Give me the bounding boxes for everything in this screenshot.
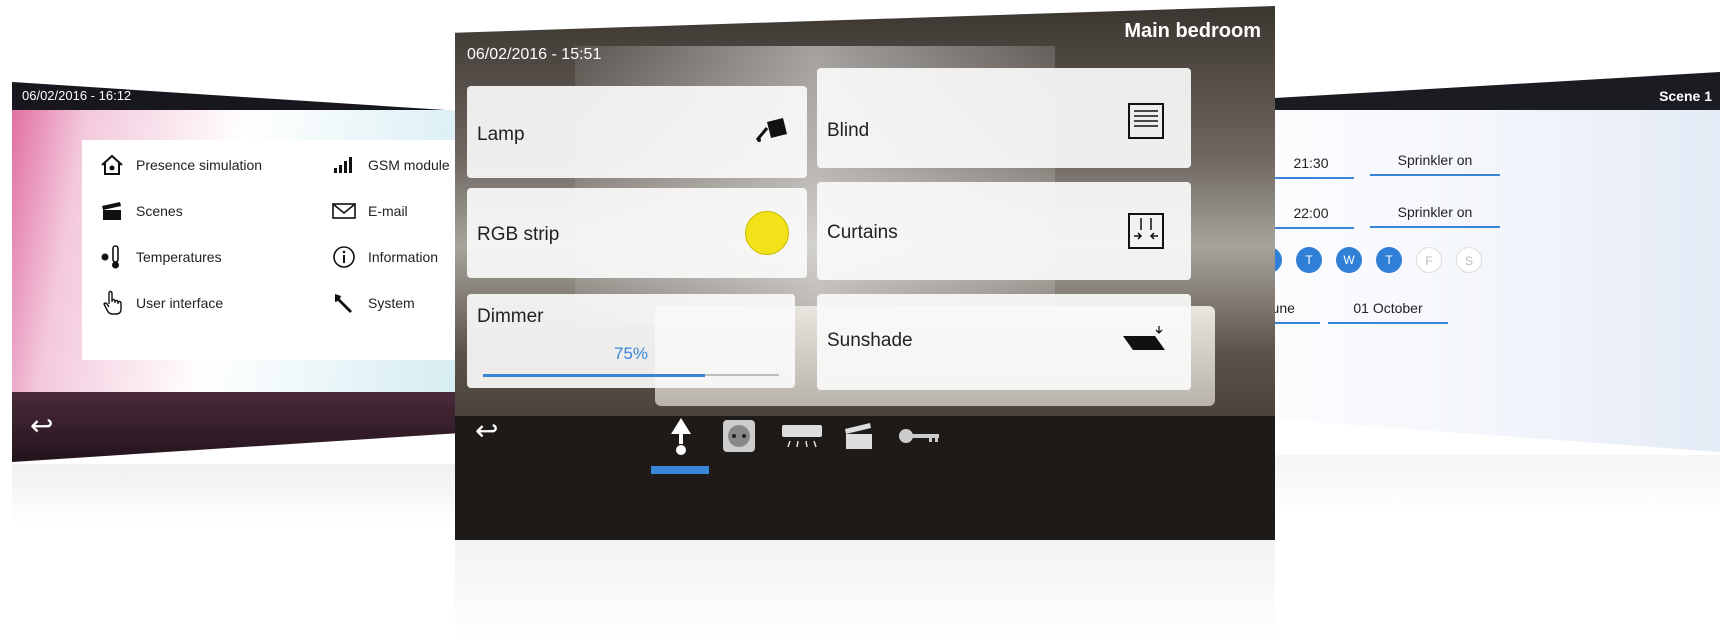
left-panel-reflection	[12, 464, 482, 524]
wrench-icon	[332, 291, 356, 315]
datetime: 06/02/2016 - 15:51	[467, 46, 602, 63]
menu-label: Information	[368, 249, 439, 265]
menu-label: User interface	[136, 295, 224, 311]
period-to-field[interactable]: 01 October	[1328, 300, 1448, 324]
clapperboard-icon	[100, 199, 124, 223]
envelope-icon	[332, 199, 356, 223]
action-field[interactable]: Sprinkler on	[1370, 152, 1500, 176]
day-toggle-sat[interactable]: S	[1456, 247, 1482, 273]
active-tab-indicator	[651, 466, 709, 474]
hand-pointer-icon	[100, 290, 124, 315]
status-bar: 06/02/2016 - 16:12	[12, 82, 482, 110]
dimmer-value: 75%	[613, 344, 649, 363]
signal-bars-icon	[332, 153, 356, 177]
tile-label: Sunshade	[827, 330, 913, 351]
scene-title: Scene 1	[1659, 88, 1712, 104]
tile-dimmer[interactable]: Dimmer 75%	[467, 294, 795, 388]
settings-menu-panel: 06/02/2016 - 16:12 Presence simulation G…	[12, 82, 482, 462]
air-conditioner-tab-icon[interactable]	[777, 416, 827, 456]
menu-item-presence-simulation[interactable]: Presence simulation	[100, 152, 332, 178]
action-field[interactable]: Sprinkler on	[1370, 204, 1500, 228]
menu-label: Presence simulation	[136, 157, 263, 173]
scene-editor-panel: Scene 1 on ✓ 21:30 Sprinkler on on ✓ 22:…	[1200, 72, 1720, 452]
dimmer-slider[interactable]	[483, 373, 779, 377]
room-control-panel: 06/02/2016 - 15:51 Main bedroom Lamp Bli…	[455, 6, 1275, 540]
menu-label: System	[368, 295, 415, 311]
menu-card: Presence simulation GSM module Scenes E-…	[82, 140, 482, 360]
day-toggle-thu[interactable]: T	[1376, 247, 1402, 273]
tile-sunshade[interactable]: Sunshade	[817, 294, 1191, 390]
socket-tab-icon[interactable]	[719, 416, 759, 456]
day-toggle-tue[interactable]: T	[1296, 247, 1322, 273]
home-gear-icon	[100, 153, 124, 177]
tile-label: Dimmer	[477, 306, 544, 327]
tile-rgb-strip[interactable]: RGB strip	[467, 188, 807, 278]
lamp-icon	[753, 116, 793, 150]
scenes-tab-icon[interactable]	[839, 416, 879, 456]
menu-label: Scenes	[136, 203, 183, 219]
scene-title-bar: Scene 1	[1200, 72, 1720, 110]
menu-item-scenes[interactable]: Scenes	[100, 198, 332, 224]
tile-label: Curtains	[827, 222, 898, 243]
tile-blind[interactable]: Blind	[817, 68, 1191, 168]
time-field[interactable]: 22:00	[1268, 205, 1354, 229]
bottom-bar: ↩	[12, 392, 482, 462]
day-toggle-wed[interactable]: W	[1336, 247, 1362, 273]
tile-label: Blind	[827, 120, 870, 141]
room-title: Main bedroom	[1124, 20, 1261, 42]
right-panel-reflection	[1200, 455, 1720, 515]
sunshade-icon	[1121, 324, 1167, 362]
tile-label: RGB strip	[477, 224, 560, 245]
tile-label: Lamp	[477, 124, 525, 145]
tile-curtains[interactable]: Curtains	[817, 182, 1191, 280]
tile-lamp[interactable]: Lamp	[467, 86, 807, 178]
menu-item-user-interface[interactable]: User interface	[100, 290, 332, 316]
curtains-icon	[1127, 212, 1165, 256]
dimmer-slider-fill	[483, 373, 705, 377]
info-icon	[332, 245, 356, 269]
blind-icon	[1127, 102, 1165, 146]
back-arrow-icon[interactable]: ↩	[475, 414, 498, 447]
menu-item-temperatures[interactable]: Temperatures	[100, 244, 332, 270]
back-arrow-icon[interactable]: ↩	[30, 409, 53, 442]
key-tab-icon[interactable]	[895, 416, 945, 456]
day-toggle-fri[interactable]: F	[1416, 247, 1442, 273]
thermometer-icon	[100, 245, 124, 269]
menu-label: E-mail	[368, 203, 408, 219]
menu-label: GSM module	[368, 157, 450, 173]
datetime: 06/02/2016 - 16:12	[22, 88, 132, 103]
menu-label: Temperatures	[136, 249, 222, 265]
rgb-color-swatch[interactable]	[745, 211, 789, 255]
lamp-tab-icon[interactable]	[661, 416, 701, 456]
center-panel-reflection	[455, 540, 1275, 640]
time-field[interactable]: 21:30	[1268, 155, 1354, 179]
